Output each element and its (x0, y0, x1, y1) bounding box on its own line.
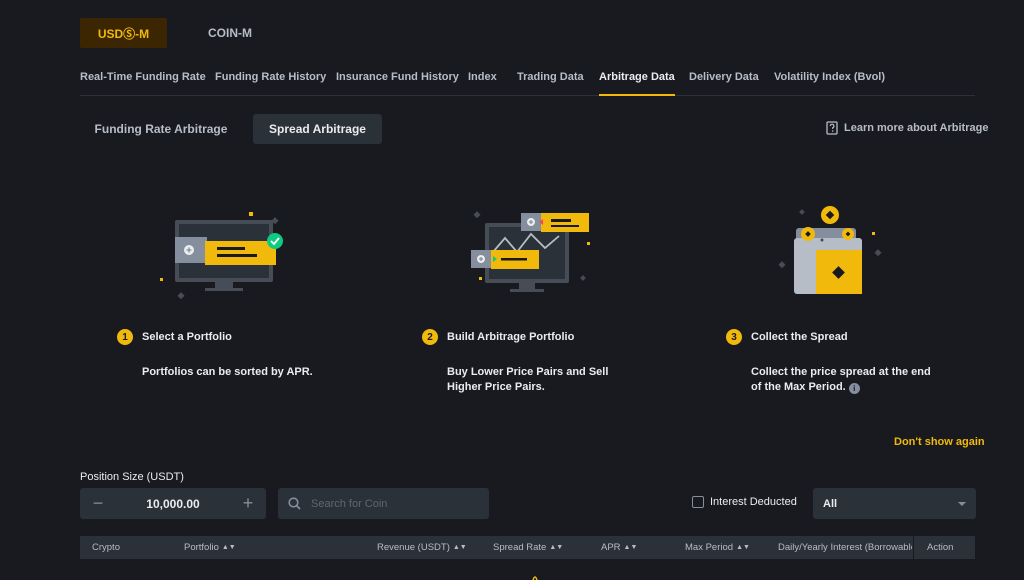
col-interest: Daily/Yearly Interest (Borrowable (778, 542, 912, 553)
learn-more-link[interactable]: Learn more about Arbitrage (826, 121, 988, 135)
subtab-spread-arbitrage[interactable]: Spread Arbitrage (253, 114, 382, 144)
checkbox-box[interactable] (692, 496, 704, 508)
step-number: 1 (117, 329, 133, 345)
tab-delivery-data[interactable]: Delivery Data (689, 71, 759, 83)
tab-real-time-funding-rate[interactable]: Real-Time Funding Rate (80, 71, 206, 83)
collect-wallet-illustration (778, 206, 882, 294)
increase-button[interactable]: + (240, 493, 256, 514)
search-input[interactable] (311, 497, 471, 510)
step-number: 2 (422, 329, 438, 345)
col-max-period-label: Max Period (685, 542, 734, 553)
step-title: Collect the Spread (751, 331, 848, 343)
coin-m-toggle[interactable]: COIN-M (208, 26, 252, 40)
step-title: Build Arbitrage Portfolio (447, 331, 575, 343)
arbitrage-chart-illustration (471, 211, 590, 292)
step-desc: Portfolios can be sorted by APR. (142, 366, 313, 378)
step-number: 3 (726, 329, 742, 345)
position-size-stepper: − 10,000.00 + (80, 488, 266, 519)
interest-deducted-label: Interest Deducted (710, 496, 797, 508)
col-revenue[interactable]: Revenue (USDT) ▲▼ (377, 542, 467, 553)
table-header: Crypto Portfolio ▲▼ Revenue (USDT) ▲▼ Spre… (80, 536, 975, 559)
usds-m-toggle[interactable]: USDⓈ-M (80, 18, 167, 48)
position-size-value[interactable]: 10,000.00 (146, 497, 199, 511)
col-spread-rate[interactable]: Spread Rate ▲▼ (493, 542, 563, 553)
tab-arbitrage-data[interactable]: Arbitrage Data (599, 71, 675, 96)
data-nav-tabs: Real-Time Funding Rate Funding Rate Hist… (80, 64, 975, 96)
col-apr[interactable]: APR ▲▼ (601, 542, 637, 553)
col-max-period[interactable]: Max Period ▲▼ (685, 542, 750, 553)
col-action: Action (927, 542, 954, 553)
subtab-funding-rate-arbitrage[interactable]: Funding Rate Arbitrage (80, 114, 242, 144)
filter-select[interactable]: All (813, 488, 976, 519)
tab-funding-rate-history[interactable]: Funding Rate History (215, 71, 326, 83)
sort-icon: ▲▼ (623, 544, 638, 551)
tab-insurance-fund-history[interactable]: Insurance Fund History (336, 71, 459, 83)
sort-icon: ▲▼ (736, 544, 750, 551)
interest-deducted-checkbox[interactable]: Interest Deducted (692, 496, 797, 508)
sort-icon: ▲▼ (221, 544, 236, 551)
question-doc-icon (826, 121, 838, 135)
col-crypto: Crypto (92, 542, 120, 553)
col-apr-label: APR (601, 542, 621, 553)
filter-select-value: All (823, 497, 838, 510)
step-desc: Buy Lower Price Pairs and Sell Higher Pr… (447, 366, 609, 393)
tab-volatility-index[interactable]: Volatility Index (Bvol) (774, 71, 885, 83)
info-icon[interactable]: i (848, 383, 860, 394)
col-action-cell: Action (913, 536, 975, 559)
tab-index[interactable]: Index (468, 71, 497, 83)
col-portfolio-label: Portfolio (184, 542, 219, 553)
sort-icon: ▲▼ (452, 544, 467, 551)
search-icon (288, 497, 301, 510)
coin-search-box (278, 488, 489, 519)
sort-icon: ▲▼ (549, 544, 564, 551)
col-spread-rate-label: Spread Rate (493, 542, 547, 553)
learn-more-label: Learn more about Arbitrage (844, 122, 989, 134)
decrease-button[interactable]: − (90, 493, 106, 514)
dont-show-again-link[interactable]: Don't show again (894, 436, 985, 448)
tab-trading-data[interactable]: Trading Data (517, 71, 584, 83)
portfolio-monitor-illustration (160, 212, 283, 300)
loading-spinner-icon (532, 576, 538, 580)
col-portfolio[interactable]: Portfolio ▲▼ (184, 542, 236, 553)
step-title: Select a Portfolio (142, 331, 232, 343)
usds-m-label: USDⓈ-M (97, 26, 150, 41)
position-size-label: Position Size (USDT) (80, 471, 184, 483)
step-desc-text: Collect the price spread at the end of t… (751, 366, 931, 393)
col-revenue-label: Revenue (USDT) (377, 542, 450, 553)
step-desc: Collect the price spread at the end of t… (751, 365, 936, 395)
chevron-down-icon (958, 501, 966, 506)
